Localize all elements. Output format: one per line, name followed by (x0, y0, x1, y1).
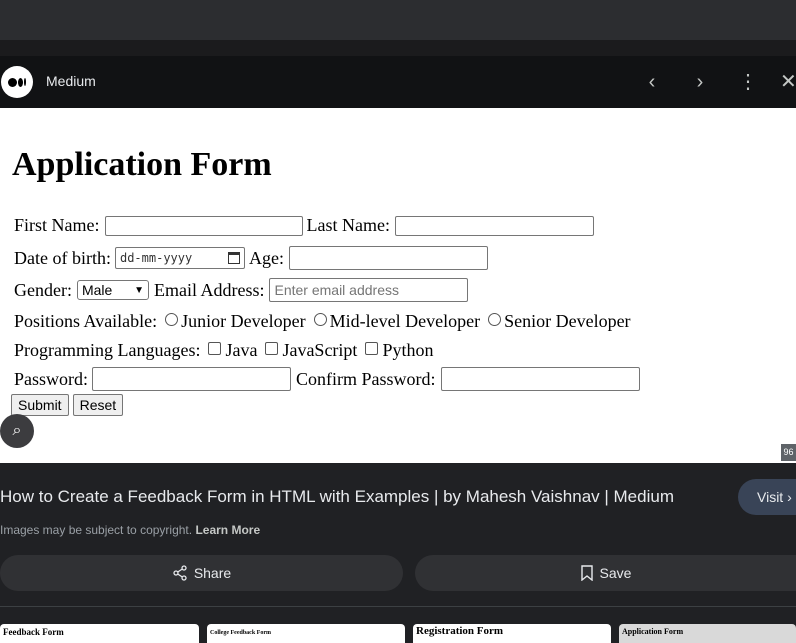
copyright-notice: Images may be subject to copyright. Lear… (0, 523, 260, 537)
confirm-password-label: Confirm Password: (296, 368, 436, 389)
chevron-right-icon: › (787, 489, 792, 505)
share-icon (173, 565, 187, 581)
reset-button[interactable]: Reset (72, 394, 124, 416)
gender-value: Male (81, 282, 113, 298)
dob-placeholder: dd-mm-yyyy (119, 251, 193, 265)
language-option-label: Java (225, 340, 258, 360)
related-thumbnail[interactable]: Application Form (619, 624, 796, 643)
calendar-icon[interactable] (227, 252, 240, 264)
age-label: Age: (248, 247, 284, 268)
position-option-label: Junior Developer (181, 311, 306, 331)
more-vert-icon[interactable]: ⋮ (736, 70, 760, 94)
visit-label: Visit (757, 489, 784, 505)
positions-label: Positions Available: (14, 311, 158, 331)
gender-email-row: Gender: Male ▼ Email Address: Enter emai… (14, 278, 469, 302)
form-buttons: Submit Reset (11, 394, 127, 416)
related-thumbnail[interactable]: Feedback Form (0, 624, 199, 643)
learn-more-link[interactable]: Learn More (195, 523, 260, 537)
checkbox-java[interactable] (208, 342, 222, 355)
position-option-label: Senior Developer (504, 311, 631, 331)
name-row: First Name: Last Name: (14, 215, 594, 236)
dob-input[interactable]: dd-mm-yyyy (114, 247, 245, 269)
lens-search-icon[interactable]: ⌕ (0, 414, 34, 448)
visit-button[interactable]: Visit › (738, 479, 796, 515)
dob-row: Date of birth: dd-mm-yyyy Age: (14, 246, 488, 270)
confirm-password-input[interactable] (440, 367, 640, 391)
save-button[interactable]: Save (415, 555, 796, 591)
divider (0, 606, 796, 607)
position-option-label: Mid-level Developer (329, 311, 481, 331)
related-thumbnail[interactable]: College Feedback Form (207, 624, 405, 643)
top-strip (0, 40, 796, 56)
gender-select[interactable]: Male ▼ (76, 280, 149, 300)
image-preview[interactable]: Application Form First Name: Last Name: … (0, 108, 796, 463)
password-label: Password: (14, 368, 89, 389)
languages-label: Programming Languages: (14, 340, 201, 360)
close-icon[interactable]: ✕ (780, 70, 796, 94)
last-name-input[interactable] (394, 215, 594, 236)
language-option-label: Python (382, 340, 434, 360)
age-input[interactable] (288, 246, 488, 270)
related-thumbnail[interactable]: Registration Form (413, 624, 611, 643)
form-title: Application Form (12, 146, 272, 183)
email-placeholder: Enter email address (274, 282, 399, 298)
email-input[interactable]: Enter email address (269, 278, 469, 302)
language-option-label: JavaScript (282, 340, 358, 360)
copyright-text: Images may be subject to copyright. (0, 523, 193, 537)
checkbox-javascript[interactable] (265, 342, 279, 355)
radio-mid[interactable] (313, 313, 327, 326)
languages-row: Programming Languages: Java JavaScript P… (14, 340, 433, 361)
chevron-down-icon: ▼ (134, 284, 144, 296)
password-input[interactable] (92, 367, 292, 391)
positions-row: Positions Available: Junior Developer Mi… (14, 311, 631, 332)
submit-button[interactable]: Submit (11, 394, 69, 416)
bookmark-icon (580, 565, 593, 581)
password-row: Password: Confirm Password: (14, 367, 640, 391)
radio-senior[interactable] (488, 313, 502, 326)
email-label: Email Address: (153, 279, 265, 300)
gender-label: Gender: (14, 279, 72, 300)
site-name: Medium (46, 73, 96, 89)
last-name-label: Last Name: (306, 215, 390, 235)
share-button[interactable]: Share (0, 555, 403, 591)
first-name-input[interactable] (104, 215, 303, 236)
result-title[interactable]: How to Create a Feedback Form in HTML wi… (0, 487, 674, 507)
chevron-left-icon[interactable]: ‹ (640, 70, 664, 94)
share-label: Share (193, 565, 232, 581)
corner-badge: 96 (781, 444, 796, 461)
medium-logo-icon (1, 66, 33, 98)
dob-label: Date of birth: (14, 247, 111, 268)
panel-header (0, 56, 796, 108)
radio-junior[interactable] (165, 313, 179, 326)
checkbox-python[interactable] (365, 342, 379, 355)
browser-top-bar (0, 0, 796, 40)
save-label: Save (599, 565, 632, 581)
first-name-label: First Name: (14, 215, 100, 235)
chevron-right-icon[interactable]: › (688, 70, 712, 94)
